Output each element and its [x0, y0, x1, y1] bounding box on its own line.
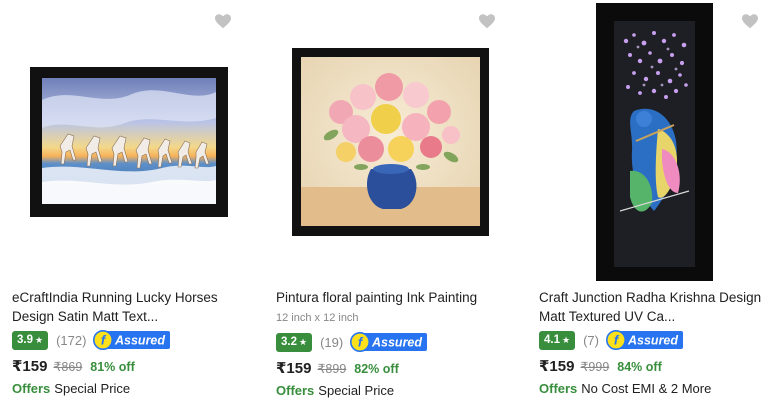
product-title[interactable]: eCraftIndia Running Lucky Horses Design …: [12, 288, 252, 326]
product-title-line-1[interactable]: eCraftIndia Running Lucky Horses: [12, 288, 252, 307]
rating-count: (172): [56, 332, 87, 348]
selling-price: ₹159: [276, 360, 312, 377]
product-card[interactable]: eCraftIndia Running Lucky Horses Design …: [0, 0, 262, 410]
rating-row: 3.9 ★ (172) f Assured: [12, 330, 171, 350]
product-title-line-2[interactable]: Matt Textured UV Ca...: [539, 307, 770, 326]
star-icon: ★: [35, 334, 44, 345]
flipkart-assured-badge-icon: f Assured: [350, 332, 428, 352]
offers-label: Offers: [276, 383, 315, 398]
rating-value: 4.1: [544, 334, 560, 346]
rating-row: 4.1 ★ (7) f Assured: [539, 330, 684, 350]
rating-count: (7): [583, 332, 599, 348]
rating-value: 3.9: [17, 334, 33, 346]
product-card[interactable]: Pintura floral painting Ink Painting 12 …: [262, 0, 526, 410]
horses-painting-art: [42, 78, 216, 204]
rating-row: 3.2 ★ (19) f Assured: [276, 332, 428, 352]
product-title-line-1[interactable]: Pintura floral painting Ink Painting: [276, 288, 516, 307]
rating-badge: 3.2 ★: [276, 332, 313, 352]
product-image[interactable]: [596, 3, 713, 281]
selling-price: ₹159: [12, 358, 48, 375]
star-icon: ★: [562, 334, 571, 345]
radha-krishna-painting-art: [614, 21, 695, 267]
offer-row: Offers Special Price: [12, 381, 130, 396]
discount-percent: 84% off: [617, 360, 662, 374]
product-title[interactable]: Pintura floral painting Ink Painting: [276, 288, 516, 307]
assured-label: Assured: [627, 334, 678, 348]
product-title-line-2[interactable]: Design Satin Matt Text...: [12, 307, 252, 326]
wishlist-heart-icon[interactable]: [215, 14, 231, 29]
rating-value: 3.2: [281, 336, 297, 348]
discount-percent: 82% off: [354, 362, 399, 376]
offers-label: Offers: [539, 381, 578, 396]
original-price: ₹869: [53, 360, 83, 374]
price-row: ₹159 ₹999 84% off: [539, 357, 662, 375]
product-card[interactable]: Craft Junction Radha Krishna Design Matt…: [526, 0, 770, 410]
offer-text: No Cost EMI & 2 More: [581, 381, 712, 396]
discount-percent: 81% off: [90, 360, 135, 374]
price-row: ₹159 ₹899 82% off: [276, 359, 399, 377]
original-price: ₹999: [580, 360, 610, 374]
assured-label: Assured: [114, 334, 165, 348]
flipkart-assured-badge-icon: f Assured: [605, 330, 684, 350]
product-title[interactable]: Craft Junction Radha Krishna Design Matt…: [539, 288, 770, 326]
product-image[interactable]: [292, 48, 489, 236]
floral-painting-art: [301, 57, 480, 226]
offer-text: Special Price: [318, 383, 395, 398]
wishlist-heart-icon[interactable]: [479, 14, 495, 29]
wishlist-heart-icon[interactable]: [742, 14, 758, 29]
offer-row: Offers Special Price: [276, 383, 394, 398]
original-price: ₹899: [317, 362, 347, 376]
assured-label: Assured: [371, 336, 422, 350]
offer-text: Special Price: [54, 381, 131, 396]
product-title-line-1[interactable]: Craft Junction Radha Krishna Design: [539, 288, 770, 307]
rating-badge: 3.9 ★: [12, 330, 49, 350]
flipkart-assured-badge-icon: f Assured: [93, 330, 171, 350]
offer-row: Offers No Cost EMI & 2 More: [539, 381, 711, 396]
product-size: 12 inch x 12 inch: [276, 312, 359, 324]
product-image[interactable]: [30, 67, 228, 217]
star-icon: ★: [299, 336, 308, 347]
rating-badge: 4.1 ★: [539, 330, 576, 350]
rating-count: (19): [320, 334, 344, 350]
selling-price: ₹159: [539, 358, 575, 375]
offers-label: Offers: [12, 381, 51, 396]
price-row: ₹159 ₹869 81% off: [12, 357, 135, 375]
